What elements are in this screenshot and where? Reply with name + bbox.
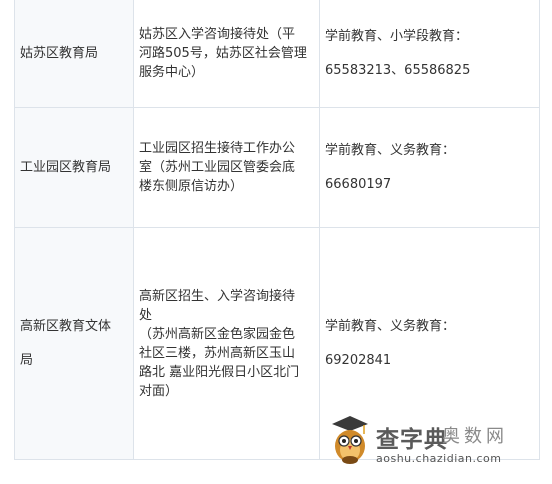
office-line: 对面） [139, 383, 179, 399]
bureau-cell: 高新区教育文体 局 [14, 228, 134, 460]
office-line: 路北 嘉业阳光假日小区北门 [139, 364, 300, 380]
bureau-name-line: 局 [20, 353, 34, 368]
office-line: 楼东侧原信访办） [139, 179, 244, 194]
owl-mascot-icon [332, 416, 368, 464]
bureau-name-line: 高新区教育文体 [20, 319, 112, 334]
bureau-name: 姑苏区教育局 [20, 46, 99, 61]
office-line: 社区三楼，苏州高新区玉山 [139, 345, 296, 361]
office-cell: 工业园区招生接待工作办公 室（苏州工业园区管委会底 楼东侧原信访办） [134, 108, 320, 228]
bureau-cell: 工业园区教育局 [14, 108, 134, 228]
phone-numbers: 69202841 [325, 353, 392, 368]
office-line: 河路505号，姑苏区社会管理 [139, 46, 307, 61]
watermark-brand: 查字典 [376, 427, 448, 453]
office-cell: 高新区招生、入学咨询接待 处 （苏州高新区金色家园金色 社区三楼，苏州高新区玉山… [134, 228, 320, 460]
watermark: 查字典 奥数网 aoshu.chazidian.com [330, 410, 540, 476]
office-line: 高新区招生、入学咨询接待 [139, 288, 296, 304]
office-cell: 姑苏区入学咨询接待处（平 河路505号，姑苏区社会管理 服务中心） [134, 0, 320, 108]
contact-cell: 学前教育、义务教育： 66680197 [320, 108, 540, 228]
phone-numbers: 66680197 [325, 177, 392, 192]
office-line: 室（苏州工业园区管委会底 [139, 160, 296, 175]
office-line: 处 [139, 307, 153, 323]
contact-table: 姑苏区教育局 姑苏区入学咨询接待处（平 河路505号，姑苏区社会管理 服务中心）… [14, 0, 540, 460]
bureau-name: 工业园区教育局 [20, 160, 112, 175]
contact-label: 学前教育、义务教育： [325, 143, 456, 158]
bureau-cell: 姑苏区教育局 [14, 0, 134, 108]
office-line: 服务中心） [139, 65, 205, 80]
watermark-subtitle: 奥数网 [442, 426, 508, 447]
contact-cell: 学前教育、小学段教育： 65583213、65586825 [320, 0, 540, 108]
office-line: 工业园区招生接待工作办公 [139, 141, 296, 156]
office-line: （苏州高新区金色家园金色 [139, 326, 296, 342]
table-row: 工业园区教育局 工业园区招生接待工作办公 室（苏州工业园区管委会底 楼东侧原信访… [14, 108, 540, 228]
phone-numbers: 65583213、65586825 [325, 63, 471, 78]
contact-label: 学前教育、小学段教育： [325, 29, 469, 44]
watermark-url: aoshu.chazidian.com [376, 452, 502, 465]
contact-label: 学前教育、义务教育： [325, 319, 456, 334]
table-row: 姑苏区教育局 姑苏区入学咨询接待处（平 河路505号，姑苏区社会管理 服务中心）… [14, 0, 540, 108]
office-line: 姑苏区入学咨询接待处（平 [139, 27, 296, 42]
